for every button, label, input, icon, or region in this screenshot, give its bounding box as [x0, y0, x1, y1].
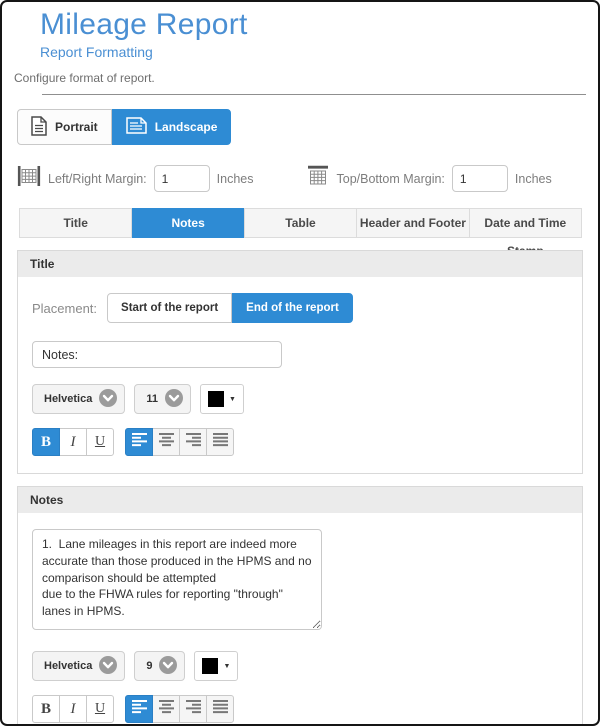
- italic-icon: I: [71, 434, 76, 451]
- landscape-button[interactable]: Landscape: [112, 109, 232, 145]
- bold-icon: B: [41, 701, 51, 718]
- chevron-down-circle-icon: [159, 656, 177, 677]
- title-panel-body: Placement: Start of the report End of th…: [18, 277, 582, 473]
- title-font-size-value: 11: [146, 393, 158, 405]
- title-italic-button[interactable]: I: [59, 428, 87, 456]
- title-font-family-value: Helvetica: [44, 393, 92, 405]
- title-format-row: B I U: [32, 428, 568, 456]
- title-font-row: Helvetica 11 ▼: [32, 384, 568, 414]
- notes-align-right-button[interactable]: [179, 695, 207, 723]
- title-font-family-dropdown[interactable]: Helvetica: [32, 384, 125, 414]
- header-divider: [42, 94, 586, 95]
- align-center-icon: [158, 432, 175, 452]
- notes-font-family-dropdown[interactable]: Helvetica: [32, 651, 125, 681]
- caret-down-icon: ▼: [223, 663, 230, 670]
- page-subtitle: Report Formatting: [40, 44, 598, 60]
- title-text-input[interactable]: [32, 341, 282, 368]
- notes-italic-button[interactable]: I: [59, 695, 87, 723]
- notes-align-center-button[interactable]: [152, 695, 180, 723]
- top-bottom-margin-label: Top/Bottom Margin:: [337, 172, 445, 186]
- title-align-button-group: [125, 428, 234, 456]
- tab-table[interactable]: Table: [245, 209, 357, 237]
- title-panel-header: Title: [18, 251, 582, 277]
- page-title: Mileage Report: [40, 8, 598, 42]
- left-right-margin-input[interactable]: [154, 165, 210, 192]
- notes-bold-button[interactable]: B: [32, 695, 60, 723]
- title-font-color-swatch: [208, 391, 224, 407]
- align-justify-icon: [212, 432, 229, 452]
- title-underline-button[interactable]: U: [86, 428, 114, 456]
- italic-icon: I: [71, 701, 76, 718]
- title-align-justify-button[interactable]: [206, 428, 234, 456]
- underline-icon: U: [95, 434, 105, 450]
- align-center-icon: [158, 699, 175, 719]
- title-style-button-group: B I U: [32, 428, 114, 456]
- title-align-left-button[interactable]: [125, 428, 153, 456]
- notes-style-button-group: B I U: [32, 695, 114, 723]
- notes-font-family-value: Helvetica: [44, 660, 92, 672]
- tab-header-and-footer[interactable]: Header and Footer: [357, 209, 469, 237]
- top-bottom-margin-group: Top/Bottom Margin: Inches: [306, 165, 552, 192]
- title-align-center-button[interactable]: [152, 428, 180, 456]
- notes-panel: Notes 1. Lane mileages in this report ar…: [17, 486, 583, 726]
- tab-notes[interactable]: Notes: [132, 208, 244, 238]
- align-right-icon: [185, 699, 202, 719]
- title-font-color-picker[interactable]: ▼: [200, 384, 244, 414]
- notes-textarea[interactable]: 1. Lane mileages in this report are inde…: [32, 529, 322, 630]
- notes-panel-header: Notes: [18, 487, 582, 513]
- notes-align-justify-button[interactable]: [206, 695, 234, 723]
- portrait-document-icon: [31, 116, 47, 139]
- notes-font-row: Helvetica 9 ▼: [32, 651, 568, 681]
- notes-font-size-dropdown[interactable]: 9: [134, 651, 185, 681]
- top-bottom-margin-unit: Inches: [515, 172, 552, 186]
- placement-end-button[interactable]: End of the report: [232, 293, 353, 323]
- chevron-down-circle-icon: [99, 656, 117, 677]
- chevron-down-circle-icon: [99, 389, 117, 410]
- align-right-icon: [185, 432, 202, 452]
- notes-font-color-picker[interactable]: ▼: [194, 651, 238, 681]
- placement-label: Placement:: [32, 301, 97, 316]
- left-right-margin-unit: Inches: [217, 172, 254, 186]
- title-align-right-button[interactable]: [179, 428, 207, 456]
- left-right-margin-group: Left/Right Margin: Inches: [17, 165, 254, 192]
- dialog-header: Mileage Report Report Formatting: [2, 2, 598, 60]
- landscape-document-icon: [126, 117, 147, 137]
- description-text: Configure format of report.: [14, 71, 598, 85]
- margins-row: Left/Right Margin: Inches Top/Bottom Mar…: [17, 165, 598, 192]
- notes-panel-body: 1. Lane mileages in this report are inde…: [18, 513, 582, 726]
- left-right-margin-label: Left/Right Margin:: [48, 172, 147, 186]
- tab-title[interactable]: Title: [20, 209, 132, 237]
- format-tabs: Title Notes Table Header and Footer Date…: [19, 208, 582, 238]
- notes-underline-button[interactable]: U: [86, 695, 114, 723]
- underline-icon: U: [95, 701, 105, 717]
- vertical-margins-grid-icon: [17, 165, 41, 192]
- landscape-button-label: Landscape: [155, 120, 218, 134]
- top-bottom-margin-input[interactable]: [452, 165, 508, 192]
- notes-align-left-button[interactable]: [125, 695, 153, 723]
- align-justify-icon: [212, 699, 229, 719]
- notes-align-button-group: [125, 695, 234, 723]
- bold-icon: B: [41, 434, 51, 451]
- placement-start-button[interactable]: Start of the report: [107, 293, 232, 323]
- placement-row: Placement: Start of the report End of th…: [32, 293, 568, 323]
- notes-font-color-swatch: [202, 658, 218, 674]
- mileage-report-dialog: Mileage Report Report Formatting Configu…: [0, 0, 600, 726]
- orientation-button-group: Portrait Landscape: [17, 109, 598, 145]
- portrait-button-label: Portrait: [55, 120, 98, 134]
- title-bold-button[interactable]: B: [32, 428, 60, 456]
- align-left-icon: [131, 699, 148, 719]
- align-left-icon: [131, 432, 148, 452]
- horizontal-margins-grid-icon: [306, 165, 330, 192]
- title-font-size-dropdown[interactable]: 11: [134, 384, 191, 414]
- notes-font-size-value: 9: [146, 660, 152, 672]
- notes-format-row: B I U: [32, 695, 568, 723]
- portrait-button[interactable]: Portrait: [17, 109, 112, 145]
- chevron-down-circle-icon: [165, 389, 183, 410]
- tab-date-and-time-stamp[interactable]: Date and Time Stamp: [470, 209, 581, 237]
- caret-down-icon: ▼: [229, 396, 236, 403]
- title-panel: Title Placement: Start of the report End…: [17, 250, 583, 474]
